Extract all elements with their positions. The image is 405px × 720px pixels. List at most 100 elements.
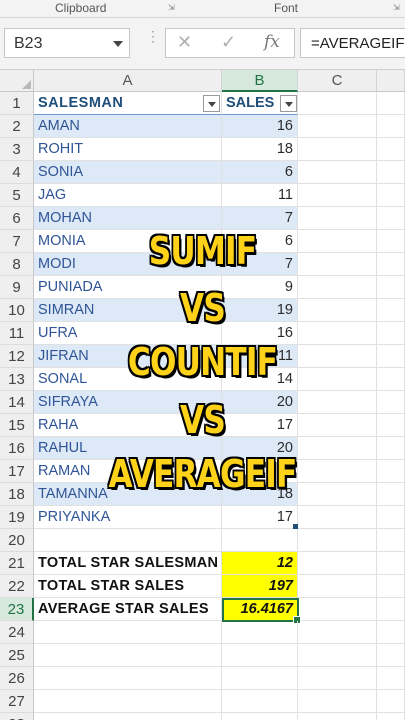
sales-cell[interactable]: 20 — [222, 391, 298, 414]
row-header[interactable]: 21 — [0, 552, 34, 575]
cancel-icon[interactable]: ✕ — [177, 32, 192, 53]
sales-cell[interactable]: 18 — [222, 138, 298, 161]
cell[interactable] — [377, 92, 405, 115]
cell[interactable] — [298, 92, 377, 115]
row-header[interactable]: 4 — [0, 161, 34, 184]
salesman-cell[interactable]: SIFRAYA — [34, 391, 222, 414]
salesman-cell[interactable]: PUNIADA — [34, 276, 222, 299]
salesman-cell[interactable]: TAMANNA — [34, 483, 222, 506]
cell[interactable] — [222, 644, 298, 667]
row-header[interactable]: 26 — [0, 667, 34, 690]
cell[interactable] — [34, 644, 222, 667]
cell[interactable] — [377, 138, 405, 161]
cell[interactable] — [377, 161, 405, 184]
cell[interactable] — [377, 529, 405, 552]
row-header[interactable]: 7 — [0, 230, 34, 253]
cell[interactable] — [34, 621, 222, 644]
filter-dropdown-icon[interactable] — [280, 95, 297, 112]
cell[interactable] — [298, 460, 377, 483]
clipboard-launcher-icon[interactable]: ⇲ — [168, 4, 176, 12]
row-header[interactable]: 15 — [0, 414, 34, 437]
insert-function-icon[interactable]: fx — [264, 32, 280, 52]
cell[interactable] — [298, 184, 377, 207]
sales-cell[interactable]: 9 — [222, 276, 298, 299]
cell[interactable] — [377, 115, 405, 138]
enter-icon[interactable]: ✓ — [221, 32, 236, 53]
sales-cell[interactable]: 6 — [222, 161, 298, 184]
salesman-cell[interactable]: RAMAN — [34, 460, 222, 483]
cell[interactable] — [377, 322, 405, 345]
cell[interactable] — [377, 552, 405, 575]
cell[interactable] — [377, 345, 405, 368]
row-header[interactable]: 22 — [0, 575, 34, 598]
cell[interactable] — [298, 598, 377, 621]
cell[interactable] — [377, 368, 405, 391]
salesman-cell[interactable]: SIMRAN — [34, 299, 222, 322]
cell[interactable] — [377, 460, 405, 483]
name-box[interactable]: B23 — [4, 28, 130, 58]
cell[interactable] — [377, 414, 405, 437]
cell[interactable] — [377, 644, 405, 667]
cell[interactable] — [377, 621, 405, 644]
sales-cell[interactable]: 3 — [222, 460, 298, 483]
summary-label-cell[interactable]: TOTAL STAR SALES — [34, 575, 222, 598]
sales-cell[interactable]: 6 — [222, 230, 298, 253]
sales-cell[interactable]: 19 — [222, 299, 298, 322]
row-header[interactable]: 6 — [0, 207, 34, 230]
cell[interactable] — [377, 713, 405, 720]
salesman-cell[interactable]: SONIA — [34, 161, 222, 184]
salesman-cell[interactable]: MOHAN — [34, 207, 222, 230]
cell[interactable] — [222, 667, 298, 690]
summary-value-cell[interactable]: 12 — [222, 552, 298, 575]
row-header[interactable]: 24 — [0, 621, 34, 644]
row-header[interactable]: 17 — [0, 460, 34, 483]
cell[interactable] — [298, 644, 377, 667]
cell[interactable] — [298, 253, 377, 276]
cell[interactable] — [377, 437, 405, 460]
cell[interactable] — [377, 483, 405, 506]
sales-cell[interactable]: 7 — [222, 207, 298, 230]
sales-cell[interactable]: 11 — [222, 345, 298, 368]
column-header-b[interactable]: B — [222, 70, 298, 92]
cell[interactable] — [377, 667, 405, 690]
salesman-header-cell[interactable]: SALESMAN — [34, 92, 222, 115]
cell[interactable] — [298, 690, 377, 713]
cell[interactable] — [298, 276, 377, 299]
row-header[interactable]: 16 — [0, 437, 34, 460]
cell[interactable] — [298, 115, 377, 138]
row-header[interactable]: 3 — [0, 138, 34, 161]
salesman-cell[interactable]: RAHA — [34, 414, 222, 437]
cell[interactable] — [298, 368, 377, 391]
cell[interactable] — [298, 713, 377, 720]
sales-cell[interactable]: 17 — [222, 414, 298, 437]
row-header[interactable]: 12 — [0, 345, 34, 368]
row-header[interactable]: 8 — [0, 253, 34, 276]
cell[interactable] — [377, 575, 405, 598]
salesman-cell[interactable]: SONAL — [34, 368, 222, 391]
column-header-c[interactable]: C — [298, 70, 377, 92]
cell[interactable] — [298, 506, 377, 529]
row-header[interactable]: 5 — [0, 184, 34, 207]
row-header[interactable]: 11 — [0, 322, 34, 345]
cell[interactable] — [298, 414, 377, 437]
cell[interactable] — [377, 299, 405, 322]
cell[interactable] — [222, 713, 298, 720]
cell[interactable] — [222, 690, 298, 713]
cell[interactable] — [298, 575, 377, 598]
cell[interactable] — [298, 230, 377, 253]
cell[interactable] — [298, 322, 377, 345]
salesman-cell[interactable]: UFRA — [34, 322, 222, 345]
column-header-d[interactable] — [377, 70, 405, 92]
row-header[interactable]: 1 — [0, 92, 34, 115]
row-header[interactable]: 14 — [0, 391, 34, 414]
cell[interactable] — [34, 667, 222, 690]
salesman-cell[interactable]: JIFRAN — [34, 345, 222, 368]
worksheet-grid[interactable]: A B C 1 SALESMAN SALES 2 AMAN 16 3 ROHIT 18 4 S… — [0, 70, 405, 720]
column-header-a[interactable]: A — [34, 70, 222, 92]
summary-value-cell[interactable]: 197 — [222, 575, 298, 598]
row-header[interactable]: 28 — [0, 713, 34, 720]
cell[interactable] — [298, 391, 377, 414]
summary-value-cell[interactable]: 16.4167 — [222, 598, 298, 621]
row-header[interactable]: 13 — [0, 368, 34, 391]
sales-cell[interactable]: 11 — [222, 184, 298, 207]
